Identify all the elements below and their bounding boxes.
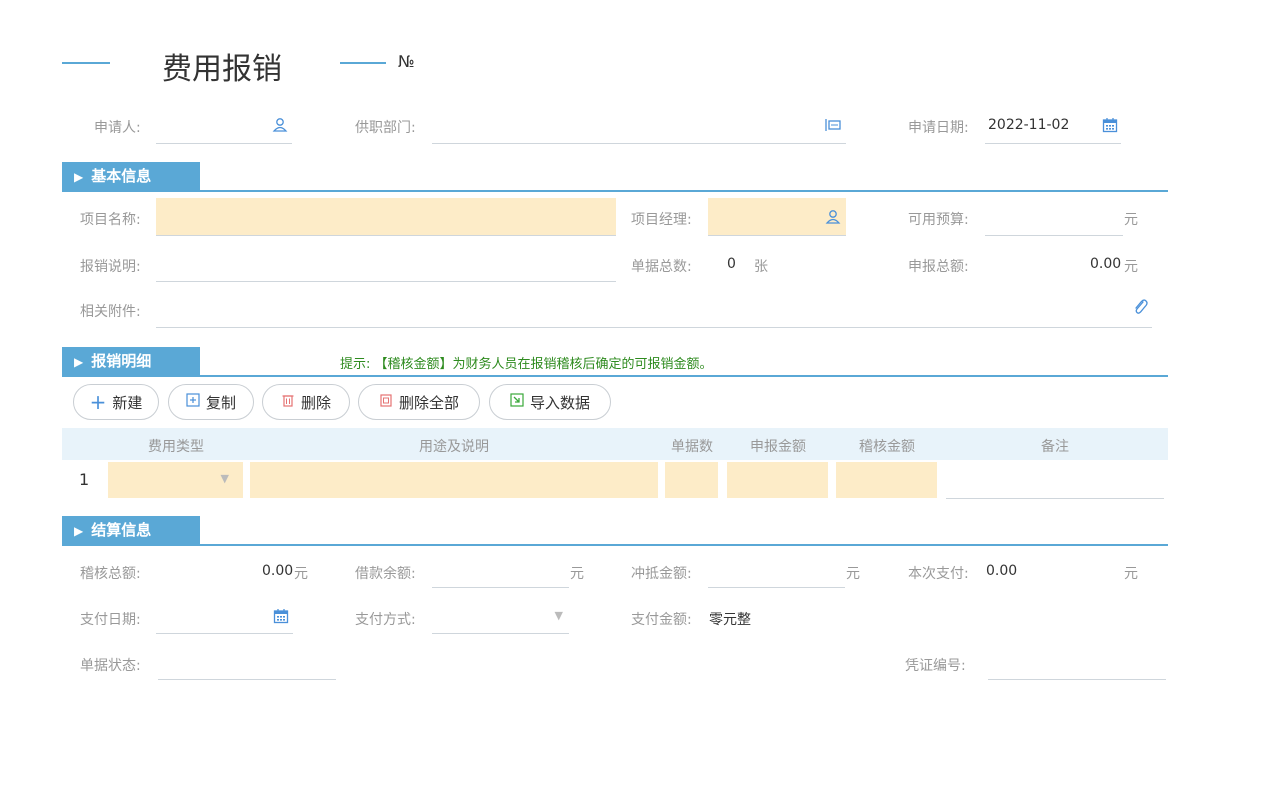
total-claim-value: 0.00 (1090, 256, 1122, 272)
import-button[interactable]: 导入数据 (489, 384, 611, 420)
purpose-input[interactable] (250, 462, 658, 498)
doc-status-label: 单据状态: (80, 658, 141, 674)
department-icon[interactable] (824, 116, 842, 134)
total-claim-unit: 元 (1124, 259, 1138, 275)
audit-total-label: 稽核总额: (80, 566, 141, 582)
department-label: 供职部门: (355, 120, 416, 136)
total-claim-label: 申报总额: (908, 259, 969, 275)
dropdown-icon[interactable]: ▼ (555, 609, 563, 622)
voucher-no-field[interactable] (988, 646, 1166, 680)
new-button[interactable]: + 新建 (73, 384, 159, 420)
title-left-line (62, 62, 110, 64)
loan-balance-field[interactable] (432, 554, 569, 588)
copy-button-label: 复制 (205, 393, 236, 412)
row-index: 1 (79, 470, 90, 489)
available-budget-field[interactable] (985, 198, 1123, 236)
project-name-label: 项目名称: (80, 212, 141, 228)
paperclip-icon[interactable] (1131, 298, 1149, 316)
page-title: 费用报销 (162, 52, 282, 87)
offset-amount-field[interactable] (708, 554, 845, 588)
audit-total-value: 0.00 (262, 563, 294, 579)
col-header-audit: 稽核金额 (859, 439, 915, 455)
calendar-icon[interactable] (1101, 116, 1119, 134)
pay-method-label: 支付方式: (355, 612, 416, 628)
description-label: 报销说明: (80, 259, 141, 275)
col-header-count: 单据数 (671, 439, 713, 455)
col-header-note: 备注 (1041, 439, 1069, 455)
offset-amount-unit: 元 (846, 566, 860, 582)
available-budget-label: 可用预算: (908, 212, 969, 228)
delete-button[interactable]: 删除 (262, 384, 350, 420)
copy-button[interactable]: 复制 (168, 384, 254, 420)
settlement-section: ▶ 结算信息 (62, 516, 1168, 546)
apply-date-value: 2022-11-02 (988, 117, 1070, 133)
attachments-field[interactable] (156, 292, 1152, 328)
expense-type-select[interactable]: ▼ (108, 462, 243, 498)
claim-input[interactable] (727, 462, 828, 498)
project-name-field[interactable] (156, 198, 616, 236)
plus-icon: + (89, 390, 107, 414)
loan-balance-unit: 元 (570, 566, 584, 582)
trash-all-icon (379, 393, 393, 411)
doc-count-unit: 张 (754, 259, 768, 275)
detail-title: 报销明细 (91, 352, 152, 370)
delete-all-button[interactable]: 删除全部 (358, 384, 480, 420)
project-manager-label: 项目经理: (631, 212, 692, 228)
settlement-title: 结算信息 (91, 521, 152, 539)
description-field[interactable] (156, 246, 616, 282)
title-right-line (340, 62, 386, 64)
note-input[interactable] (946, 462, 1164, 499)
basic-info-section: ▶ 基本信息 (62, 162, 1168, 192)
count-input[interactable] (665, 462, 718, 498)
delete-button-label: 删除 (300, 393, 331, 412)
pay-date-label: 支付日期: (80, 612, 141, 628)
delete-all-button-label: 删除全部 (398, 393, 459, 412)
department-field[interactable] (432, 110, 846, 144)
table-row: 1 ▼ (62, 460, 1168, 500)
trash-icon (281, 393, 295, 411)
user-icon[interactable] (271, 116, 289, 134)
doc-number-label: № (398, 52, 415, 71)
detail-tab: ▶ 报销明细 (62, 347, 200, 375)
available-budget-unit: 元 (1124, 212, 1138, 228)
audit-total-unit: 元 (294, 566, 308, 582)
applicant-label: 申请人: (94, 120, 141, 136)
dropdown-icon[interactable]: ▼ (221, 472, 229, 485)
this-payment-unit: 元 (1124, 566, 1138, 582)
this-payment-label: 本次支付: (908, 566, 969, 582)
doc-count-value: 0 (727, 256, 736, 272)
import-button-label: 导入数据 (529, 393, 590, 412)
attachments-label: 相关附件: (80, 304, 141, 320)
col-header-claim: 申报金额 (750, 439, 806, 455)
basic-info-tab: ▶ 基本信息 (62, 162, 200, 190)
doc-status-field[interactable] (158, 646, 336, 680)
pay-amount-label: 支付金额: (631, 612, 692, 628)
calendar-icon[interactable] (272, 607, 290, 625)
doc-count-label: 单据总数: (631, 259, 692, 275)
loan-balance-label: 借款余额: (355, 566, 416, 582)
this-payment-value: 0.00 (986, 563, 1018, 579)
col-header-type: 费用类型 (148, 439, 204, 455)
col-header-purpose: 用途及说明 (419, 439, 489, 455)
apply-date-label: 申请日期: (908, 120, 969, 136)
basic-info-title: 基本信息 (91, 167, 152, 185)
copy-icon (186, 393, 200, 411)
offset-amount-label: 冲抵金额: (631, 566, 692, 582)
pay-method-select[interactable]: ▼ (432, 600, 569, 634)
audit-input[interactable] (836, 462, 937, 498)
pay-amount-value: 零元整 (709, 612, 751, 628)
new-button-label: 新建 (112, 393, 143, 412)
settlement-tab: ▶ 结算信息 (62, 516, 200, 544)
user-icon[interactable] (824, 208, 842, 226)
hint-text: 提示: 【稽核金额】为财务人员在报销稽核后确定的可报销金额。 (340, 357, 713, 372)
import-icon (510, 393, 524, 411)
voucher-no-label: 凭证编号: (905, 658, 966, 674)
